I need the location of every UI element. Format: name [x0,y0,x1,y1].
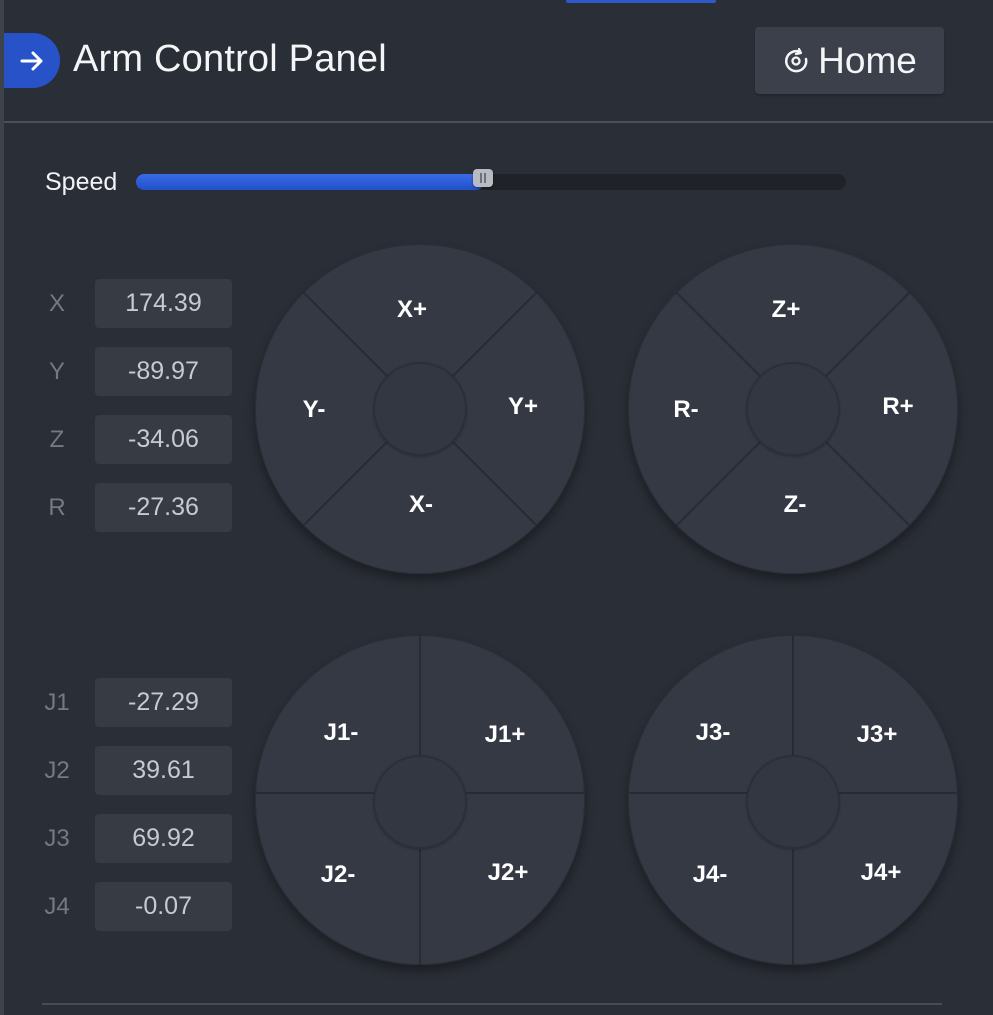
joint-value-j1: -27.29 [95,678,232,727]
jog-j3-plus-button[interactable]: J3+ [837,715,917,755]
speed-slider-handle[interactable] [473,169,493,187]
coord-label-y: Y [48,358,65,385]
panel-header: Arm Control Panel Home [0,0,993,123]
nav-toggle-button[interactable] [4,33,60,88]
j3-j4-pad-center [746,755,840,849]
jog-y-plus-button[interactable]: Y+ [483,387,563,427]
coord-label-r: R [48,494,66,521]
joint-label-j4: J4 [44,893,70,920]
coord-value-y: -89.97 [95,347,232,396]
jog-r-plus-button[interactable]: R+ [858,387,938,427]
jog-y-minus-button[interactable]: Y- [274,390,354,430]
home-target-icon [785,47,808,72]
jog-j2-minus-button[interactable]: J2- [298,855,378,895]
xy-pad-center [373,362,467,456]
joint-label-j2: J2 [44,757,70,784]
arrow-right-icon [20,51,43,70]
jog-x-minus-button[interactable]: X- [381,485,461,525]
coord-value-z: -34.06 [95,415,232,464]
zr-pad-center [746,362,840,456]
joint-value-j2: 39.61 [95,746,232,795]
zr-jog-pad: Z+ Z- R- R+ [628,244,958,574]
home-button-label: Home [818,39,917,81]
jog-x-plus-button[interactable]: X+ [372,290,452,330]
coord-label-x: X [48,290,65,317]
jog-z-minus-button[interactable]: Z- [755,485,835,525]
j3-j4-jog-pad: J3- J3+ J4- J4+ [628,635,958,965]
coord-value-r: -27.36 [95,483,232,532]
jog-r-minus-button[interactable]: R- [646,390,726,430]
home-button[interactable]: Home [755,27,944,94]
jog-j4-plus-button[interactable]: J4+ [841,853,921,893]
joint-value-j3: 69.92 [95,814,232,863]
jog-j3-minus-button[interactable]: J3- [673,713,753,753]
coord-value-x: 174.39 [95,279,232,328]
joint-label-j3: J3 [44,825,70,852]
page-title: Arm Control Panel [73,38,387,80]
jog-j2-plus-button[interactable]: J2+ [468,853,548,893]
coord-label-z: Z [49,426,65,453]
bottom-divider [42,1003,942,1005]
speed-slider-fill [136,174,484,190]
header-divider [4,121,993,123]
joint-label-j1: J1 [44,689,70,716]
jog-j4-minus-button[interactable]: J4- [670,855,750,895]
j1-j2-pad-center [373,755,467,849]
joint-value-j4: -0.07 [95,882,232,931]
jog-j1-plus-button[interactable]: J1+ [465,715,545,755]
j1-j2-jog-pad: J1- J1+ J2- J2+ [255,635,585,965]
jog-z-plus-button[interactable]: Z+ [746,290,826,330]
speed-label: Speed [45,168,118,196]
jog-j1-minus-button[interactable]: J1- [301,713,381,753]
xy-jog-pad: X+ X- Y- Y+ [255,244,585,574]
left-edge-border [0,0,4,1015]
